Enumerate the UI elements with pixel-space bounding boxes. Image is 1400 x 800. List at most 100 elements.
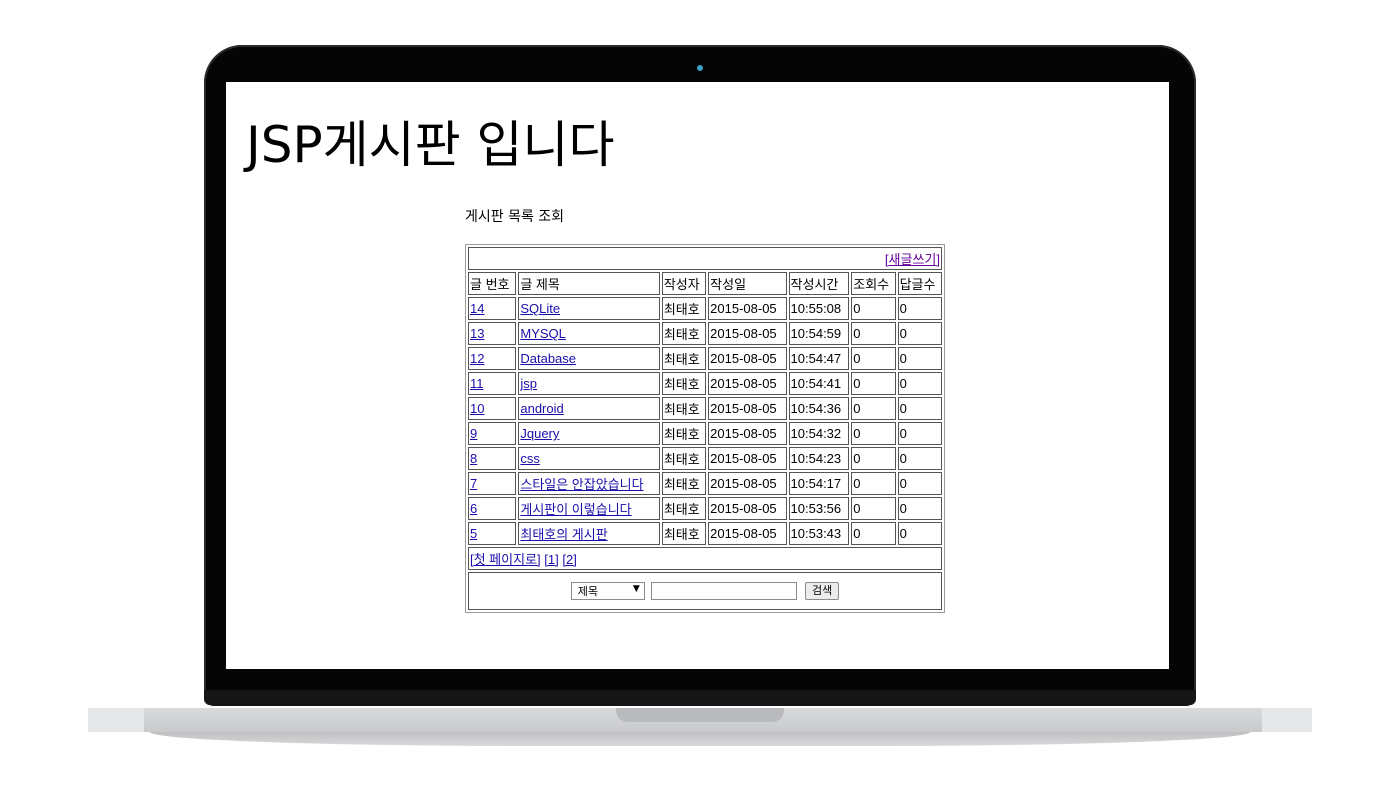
table-cell: 12 [468, 347, 517, 370]
post-date: 2015-08-05 [710, 351, 777, 366]
page-link-2[interactable]: [2] [562, 552, 576, 567]
table-cell: 게시판이 이렇습니다 [518, 497, 660, 520]
search-field-value: 제목 [577, 585, 598, 598]
header-no: 글 번호 [468, 272, 517, 295]
table-cell: 2015-08-05 [708, 322, 787, 345]
post-author: 최태호 [663, 502, 700, 517]
table-row: 7 스타일은 안잡았습니다 최태호 2015-08-05 10:54:17 0 0 [468, 472, 942, 495]
post-author: 최태호 [663, 402, 700, 417]
post-time: 10:54:32 [790, 426, 842, 441]
search-input[interactable] [651, 582, 798, 600]
table-cell: 8 [468, 447, 517, 470]
table-row: 5 최태호의 게시판 최태호 2015-08-05 10:53:43 0 0 [468, 522, 942, 545]
post-number-link[interactable]: 6 [470, 501, 477, 516]
table-cell: 6 [468, 497, 517, 520]
table-cell: 최태호 [661, 347, 707, 370]
table-row: 11 jsp 최태호 2015-08-05 10:54:41 0 0 [468, 372, 942, 395]
post-time: 10:54:41 [790, 376, 842, 391]
table-cell: 0 [897, 522, 942, 545]
post-title-link[interactable]: android [520, 401, 563, 416]
post-date: 2015-08-05 [710, 426, 777, 441]
first-page-link[interactable]: [첫 페이지로] [470, 552, 541, 567]
post-replies: 0 [899, 426, 907, 441]
post-views: 0 [853, 301, 861, 316]
post-replies: 0 [899, 476, 907, 491]
new-post-link[interactable]: [새글쓰기] [885, 252, 940, 267]
page-title: JSP게시판 입니다 [246, 116, 615, 174]
table-cell: Jquery [518, 422, 660, 445]
post-number-link[interactable]: 14 [470, 301, 484, 316]
table-cell: 10:54:47 [788, 347, 850, 370]
post-replies: 0 [899, 401, 907, 416]
post-title-link[interactable]: SQLite [520, 301, 560, 316]
post-title-link[interactable]: 게시판이 이렇습니다 [520, 502, 631, 517]
post-views: 0 [853, 476, 861, 491]
post-title-link[interactable]: Jquery [520, 426, 559, 441]
post-number-link[interactable]: 9 [470, 426, 477, 441]
table-cell: 0 [897, 497, 942, 520]
pagination-cell: [첫 페이지로] [1] [2] [468, 547, 942, 570]
post-author: 최태호 [663, 377, 700, 392]
table-cell: 최태호의 게시판 [518, 522, 660, 545]
table-cell: android [518, 397, 660, 420]
post-replies: 0 [899, 301, 907, 316]
table-cell: 9 [468, 422, 517, 445]
board-table: [새글쓰기] 글 번호 글 제목 작성자 작성일 작성시간 조회수 답글수 14… [465, 244, 945, 613]
post-time: 10:53:56 [790, 501, 842, 516]
post-time: 10:54:17 [790, 476, 842, 491]
pagination-row: [첫 페이지로] [1] [2] [468, 547, 942, 570]
write-row: [새글쓰기] [468, 247, 942, 270]
table-cell: 10:54:36 [788, 397, 850, 420]
table-cell: 최태호 [661, 497, 707, 520]
table-cell: 2015-08-05 [708, 347, 787, 370]
table-cell: 10:54:59 [788, 322, 850, 345]
post-time: 10:54:47 [790, 351, 842, 366]
page-link-1[interactable]: [1] [544, 552, 558, 567]
header-views: 조회수 [851, 272, 896, 295]
table-cell: 2015-08-05 [708, 397, 787, 420]
post-title-link[interactable]: css [520, 451, 540, 466]
search-field-select[interactable]: 제목 ▼ [570, 582, 645, 600]
table-cell: 11 [468, 372, 517, 395]
table-row: 9 Jquery 최태호 2015-08-05 10:54:32 0 0 [468, 422, 942, 445]
post-date: 2015-08-05 [710, 376, 777, 391]
post-title-link[interactable]: Database [520, 351, 576, 366]
table-cell: 10:54:41 [788, 372, 850, 395]
header-time: 작성시간 [788, 272, 850, 295]
write-cell: [새글쓰기] [468, 247, 942, 270]
search-button[interactable]: 검색 [805, 582, 840, 600]
post-number-link[interactable]: 13 [470, 326, 484, 341]
post-title-link[interactable]: jsp [520, 376, 537, 391]
post-number-link[interactable]: 12 [470, 351, 484, 366]
page-subtitle: 게시판 목록 조회 [465, 209, 565, 225]
post-views: 0 [853, 451, 861, 466]
post-replies: 0 [899, 501, 907, 516]
table-cell: 0 [897, 422, 942, 445]
table-cell: 2015-08-05 [708, 522, 787, 545]
post-title-link[interactable]: 스타일은 안잡았습니다 [520, 477, 643, 492]
laptop-notch [616, 708, 784, 722]
post-number-link[interactable]: 7 [470, 476, 477, 491]
post-number-link[interactable]: 8 [470, 451, 477, 466]
post-number-link[interactable]: 11 [470, 376, 484, 391]
header-date: 작성일 [708, 272, 787, 295]
table-cell: 2015-08-05 [708, 422, 787, 445]
table-cell: 10:53:43 [788, 522, 850, 545]
search-cell: 제목 ▼ 검색 [468, 572, 942, 610]
post-number-link[interactable]: 10 [470, 401, 484, 416]
post-views: 0 [853, 326, 861, 341]
table-cell: 10:53:56 [788, 497, 850, 520]
post-time: 10:54:36 [790, 401, 842, 416]
post-author: 최태호 [663, 427, 700, 442]
post-title-link[interactable]: 최태호의 게시판 [520, 527, 607, 542]
post-replies: 0 [899, 351, 907, 366]
post-title-link[interactable]: MYSQL [520, 326, 566, 341]
table-cell: 0 [851, 522, 896, 545]
table-cell: SQLite [518, 297, 660, 320]
post-views: 0 [853, 501, 861, 516]
post-author: 최태호 [663, 352, 700, 367]
post-date: 2015-08-05 [710, 451, 777, 466]
post-views: 0 [853, 376, 861, 391]
post-number-link[interactable]: 5 [470, 526, 477, 541]
post-date: 2015-08-05 [710, 401, 777, 416]
